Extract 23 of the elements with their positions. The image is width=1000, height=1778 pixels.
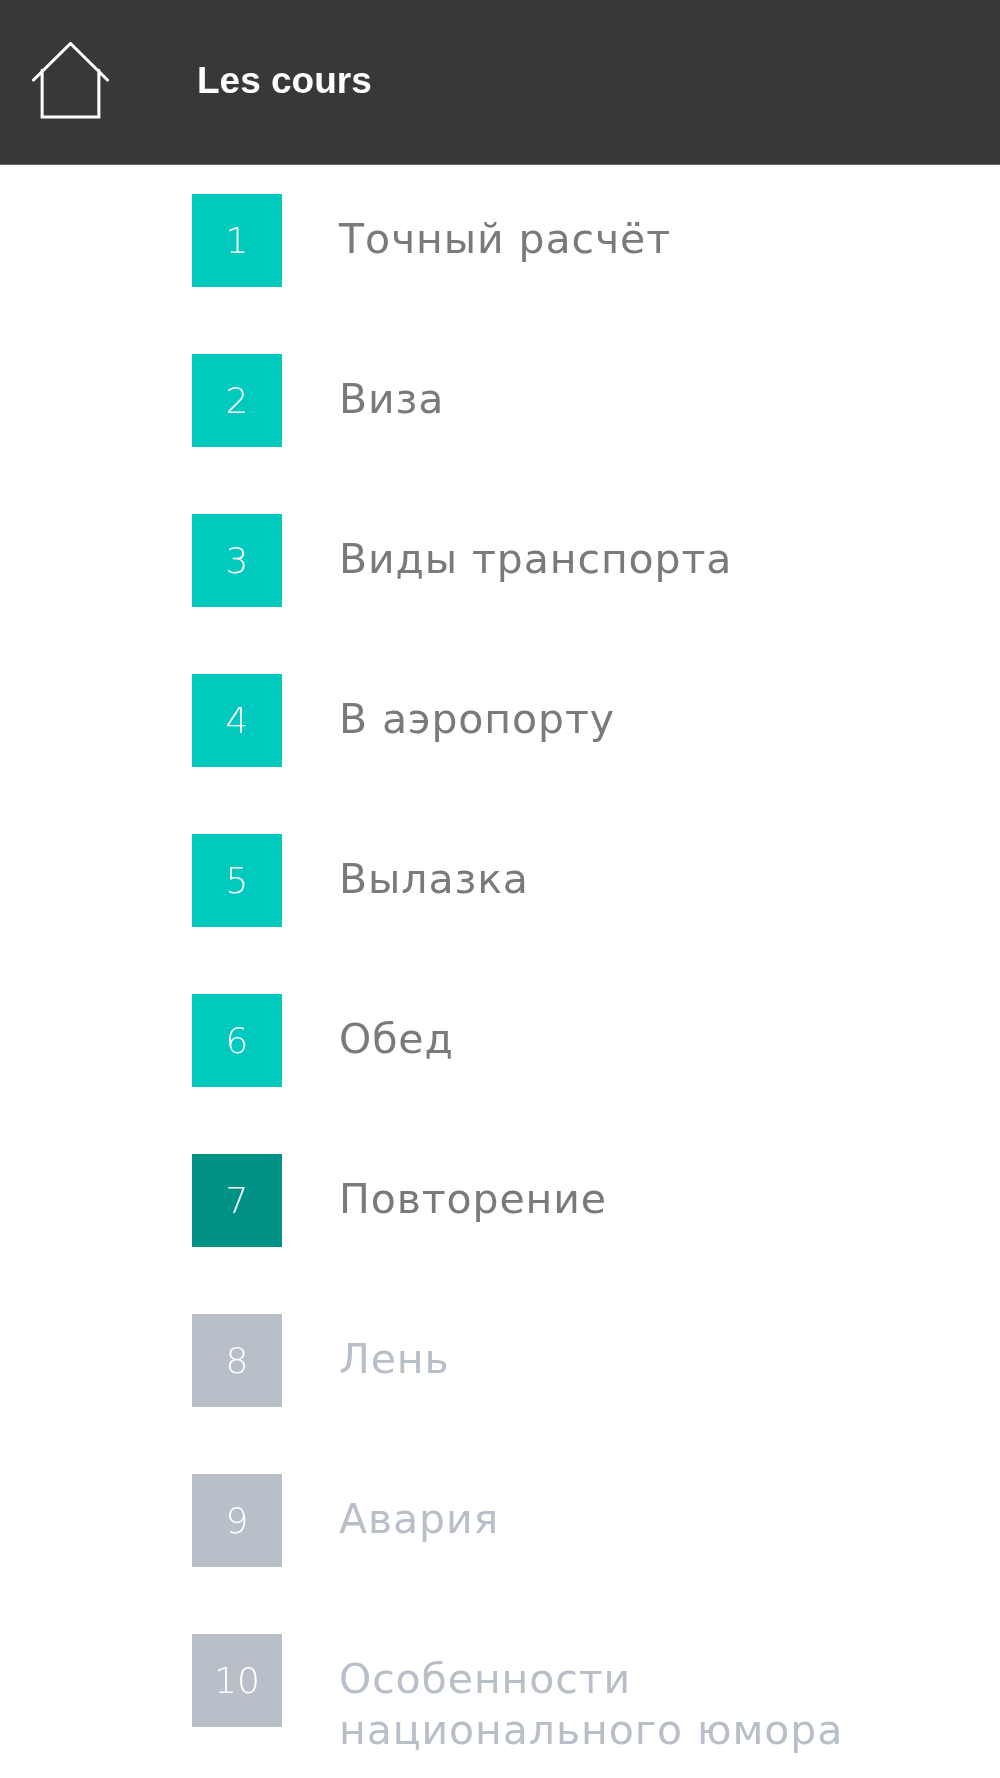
lesson-title[interactable]: Вылазка bbox=[339, 854, 529, 905]
lesson-number-badge: 8 bbox=[192, 1314, 282, 1407]
lesson-title[interactable]: Повторение bbox=[339, 1174, 607, 1225]
lesson-number-badge: 10 bbox=[192, 1634, 282, 1727]
lesson-title[interactable]: Обед bbox=[339, 1014, 454, 1065]
lesson-number-badge: 6 bbox=[192, 994, 282, 1087]
lesson-title: Особенности национального юмора bbox=[339, 1654, 845, 1756]
lesson-title[interactable]: Виды транспорта bbox=[339, 534, 733, 585]
lesson-number-badge: 4 bbox=[192, 674, 282, 767]
lesson-title: Авария bbox=[339, 1494, 500, 1545]
lesson-number-badge: 9 bbox=[192, 1474, 282, 1567]
lesson-title[interactable]: Виза bbox=[339, 374, 445, 425]
lesson-number-badge: 3 bbox=[192, 514, 282, 607]
lesson-number-badge: 2 bbox=[192, 354, 282, 447]
lesson-title[interactable]: В аэропорту bbox=[339, 694, 615, 745]
page-title: Les cours bbox=[197, 60, 372, 102]
lesson-number-badge: 5 bbox=[192, 834, 282, 927]
lesson-title[interactable]: Точный расчёт bbox=[339, 214, 671, 265]
lesson-number-badge: 7 bbox=[192, 1154, 282, 1247]
home-icon bbox=[32, 41, 109, 119]
lesson-title: Лень bbox=[339, 1334, 450, 1385]
lesson-number-badge: 1 bbox=[192, 194, 282, 287]
home-button[interactable] bbox=[32, 41, 109, 119]
